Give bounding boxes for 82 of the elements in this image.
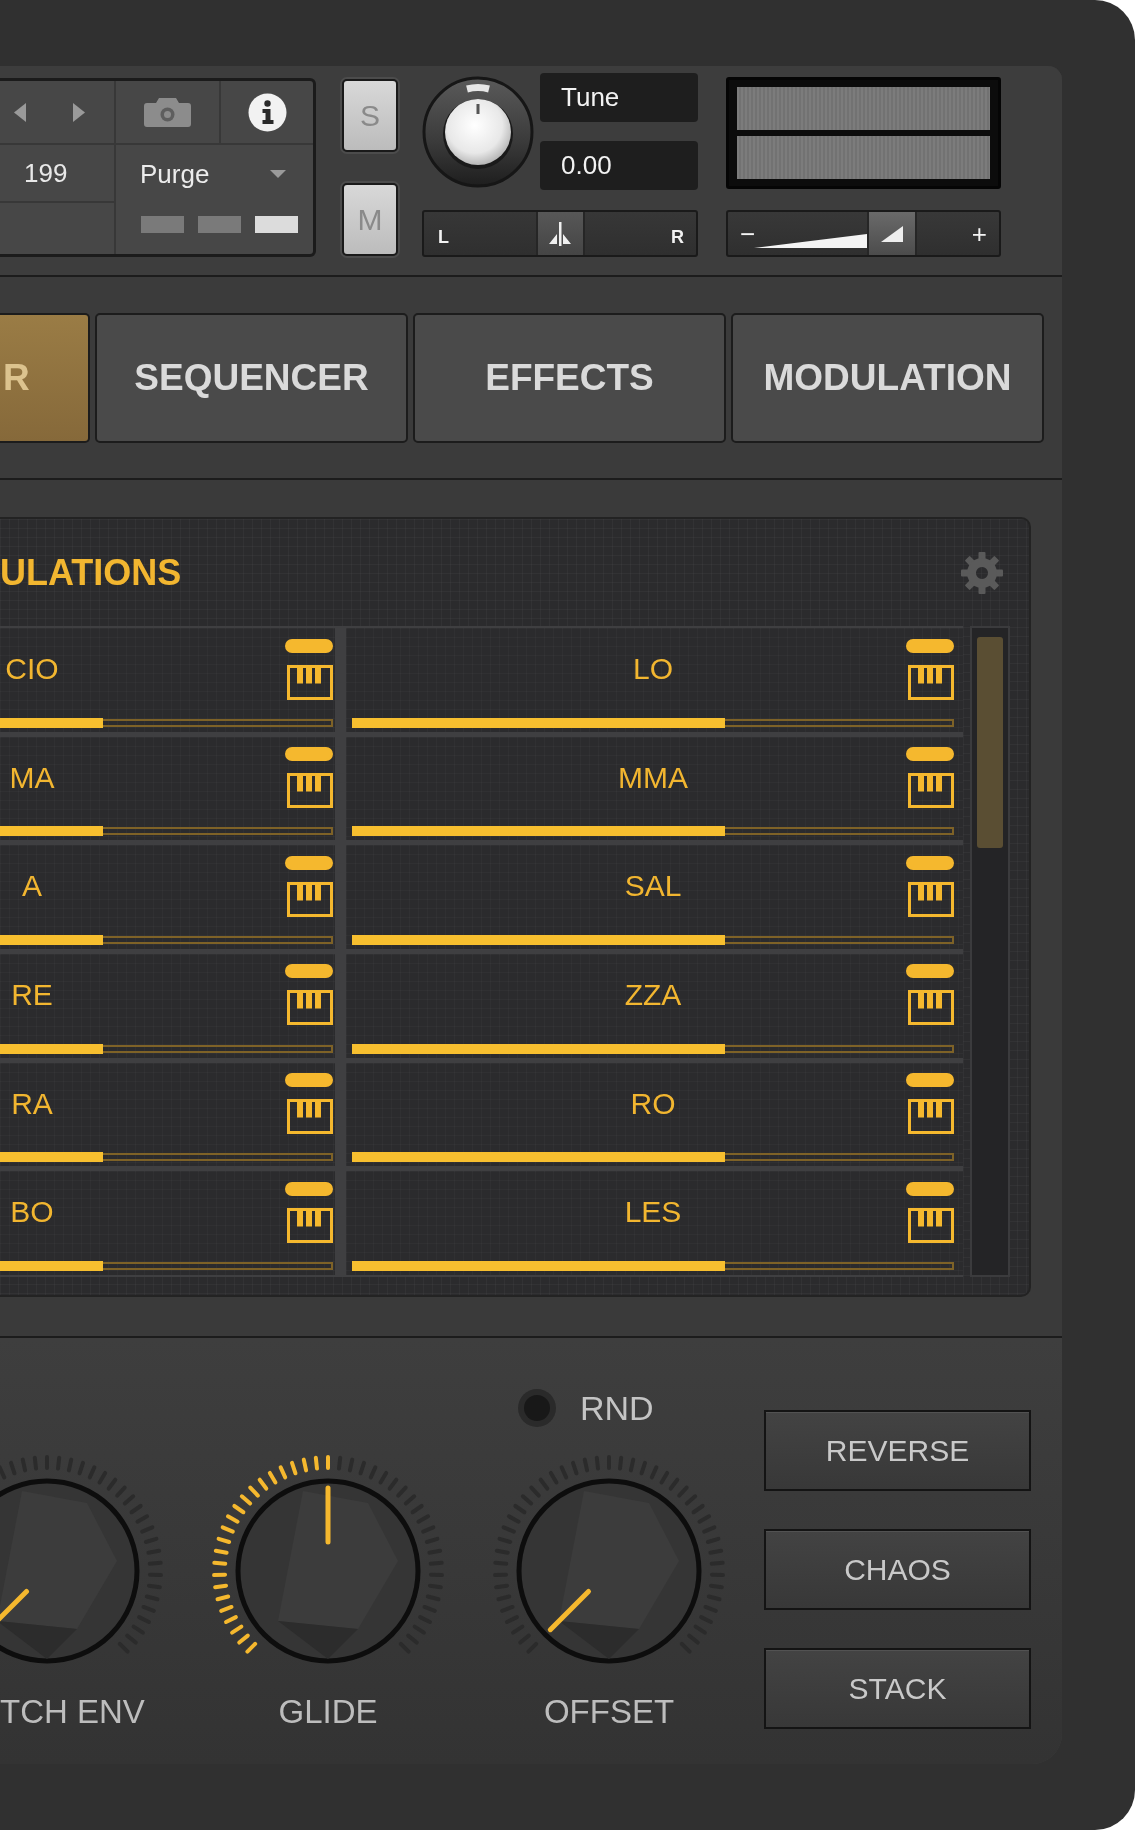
amount-slider[interactable]	[0, 1043, 333, 1054]
slot-label: RA	[10, 1086, 54, 1121]
toggle-switch[interactable]	[906, 855, 954, 870]
piano-keys-icon[interactable]	[287, 1099, 333, 1135]
volume-minus-label: −	[740, 219, 756, 248]
slot-label: RE	[10, 978, 54, 1012]
amount-slider[interactable]	[352, 717, 954, 728]
toggle-switch[interactable]	[285, 1181, 333, 1196]
piano-keys-icon[interactable]	[908, 773, 954, 809]
camera-icon[interactable]	[144, 97, 191, 127]
knob-label: OFFSET	[543, 1693, 675, 1731]
piano-keys-icon[interactable]	[908, 881, 954, 917]
slot-label: MA	[8, 760, 56, 795]
amount-slider[interactable]	[352, 1152, 954, 1163]
slot-label: RO	[629, 1086, 677, 1121]
pan-slider[interactable]: L R	[422, 210, 698, 257]
action-button[interactable]: REVERSE	[764, 1410, 1031, 1491]
slot-label: BO	[9, 1195, 55, 1230]
slot-label: ZZA	[623, 978, 683, 1012]
panel-title: ULATIONS	[0, 551, 182, 594]
caret-icon	[270, 170, 286, 178]
amount-slider[interactable]	[352, 1043, 954, 1054]
action-button[interactable]: STACK	[764, 1648, 1031, 1729]
toggle-switch[interactable]	[906, 964, 954, 979]
piano-keys-icon[interactable]	[908, 1099, 954, 1135]
ramp-icon	[881, 225, 904, 242]
piano-keys-icon[interactable]	[287, 664, 333, 700]
center-mark-icon	[549, 221, 571, 246]
toggle-switch[interactable]	[906, 638, 954, 653]
tab[interactable]: EFFECTS	[413, 313, 726, 443]
tab[interactable]: MODULATION	[731, 313, 1044, 443]
slot-label: LO	[632, 652, 674, 686]
amount-slider[interactable]	[0, 1152, 333, 1163]
tune-label: Tune	[540, 73, 698, 122]
volume-slider-handle[interactable]	[867, 212, 918, 255]
slot-label: MMA	[617, 760, 689, 795]
amount-slider[interactable]	[352, 935, 954, 945]
scrollbar-thumb[interactable]	[977, 637, 1003, 848]
piano-keys-icon[interactable]	[287, 773, 333, 809]
toggle-switch[interactable]	[285, 1073, 333, 1088]
pan-slider-handle[interactable]	[535, 212, 585, 255]
toggle-switch[interactable]	[285, 747, 333, 762]
piano-keys-icon[interactable]	[287, 881, 333, 917]
toggle-switch[interactable]	[285, 855, 333, 870]
random-label: RND	[580, 1388, 654, 1428]
toggle-switch[interactable]	[906, 1181, 954, 1196]
tab[interactable]: SEQUENCER	[95, 313, 408, 443]
action-button[interactable]: CHAOS	[764, 1529, 1031, 1610]
volume-plus-label: +	[971, 219, 987, 248]
toggle-switch[interactable]	[906, 747, 954, 762]
instrument-number: 199	[24, 157, 68, 189]
right-arrow-icon[interactable]	[73, 102, 85, 122]
piano-keys-icon[interactable]	[908, 1207, 954, 1243]
slot-label: CIO	[4, 652, 60, 686]
amount-slider[interactable]	[352, 826, 954, 837]
piano-keys-icon[interactable]	[287, 990, 333, 1026]
slot-label: SAL	[623, 869, 683, 904]
tune-knob[interactable]	[422, 75, 534, 188]
info-icon[interactable]	[247, 92, 287, 132]
amount-slider[interactable]	[0, 1261, 333, 1271]
amount-slider[interactable]	[352, 1261, 954, 1271]
piano-keys-icon[interactable]	[908, 664, 954, 700]
pan-right-label: R	[671, 227, 684, 247]
left-arrow-icon[interactable]	[14, 102, 26, 122]
tune-value: 0.00	[540, 141, 698, 190]
volume-slider[interactable]: − +	[726, 210, 1001, 257]
piano-keys-icon[interactable]	[287, 1207, 333, 1243]
scrollbar-track[interactable]	[970, 626, 1010, 1277]
knob-label: TCH ENV	[0, 1693, 145, 1731]
toggle-switch[interactable]	[285, 964, 333, 979]
amount-slider[interactable]	[0, 717, 333, 728]
toggle-switch[interactable]	[285, 638, 333, 653]
amount-slider[interactable]	[0, 826, 333, 837]
toggle-switch[interactable]	[906, 1073, 954, 1088]
rotary-knob[interactable]	[235, 1478, 421, 1664]
slot-label: LES	[623, 1195, 683, 1230]
amount-slider[interactable]	[0, 935, 333, 945]
pan-left-label: L	[438, 227, 449, 247]
knob-label: GLIDE	[278, 1693, 378, 1731]
purge-dropdown[interactable]: Purge	[140, 158, 286, 190]
piano-keys-icon[interactable]	[908, 990, 954, 1026]
slot-label: A	[21, 869, 43, 904]
